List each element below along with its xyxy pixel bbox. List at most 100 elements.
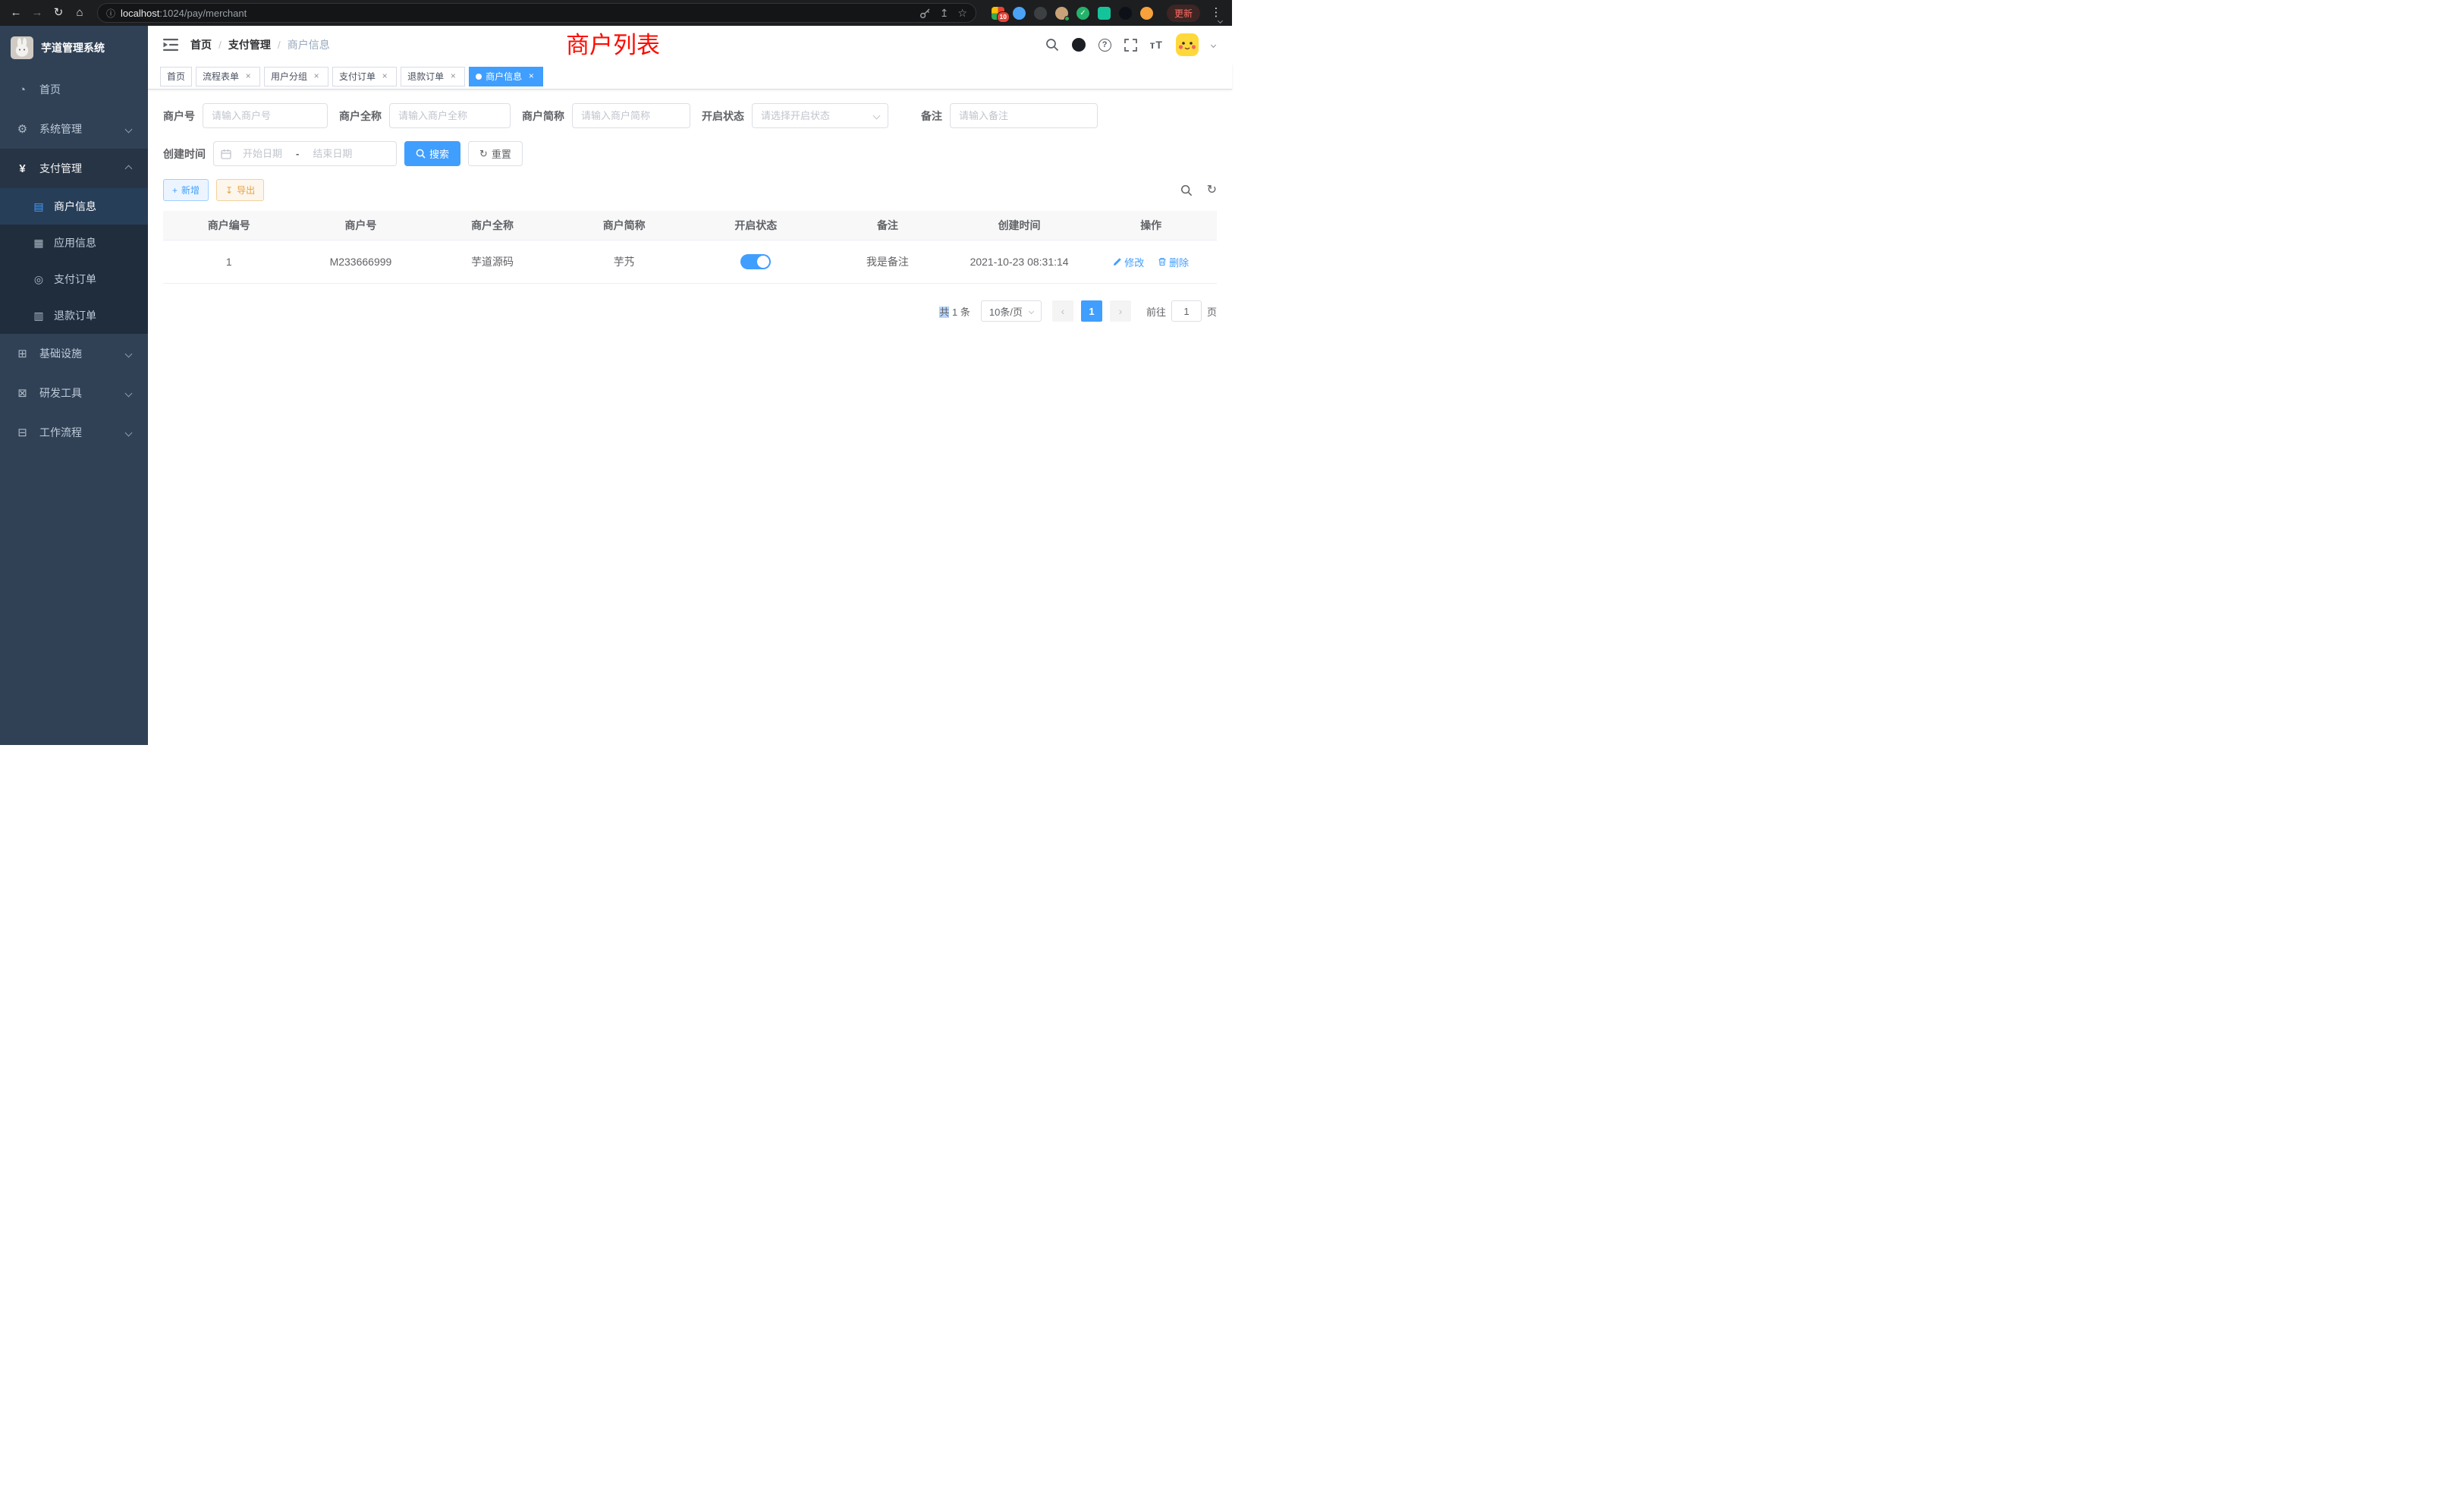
chevron-down-icon	[125, 389, 133, 397]
sidebar-item-system-management[interactable]: ⚙ 系统管理	[0, 109, 148, 149]
extension-colorful-icon[interactable]: 10	[992, 7, 1004, 20]
chevron-down-icon	[1029, 308, 1034, 313]
reset-button[interactable]: ↻ 重置	[468, 141, 523, 166]
bookmark-star-icon[interactable]: ☆	[957, 7, 967, 20]
tab-refund-orders[interactable]: 退款订单×	[401, 67, 465, 86]
export-button[interactable]: ↧ 导出	[216, 179, 264, 201]
sidebar-item-app-info[interactable]: ▦ 应用信息	[0, 225, 148, 261]
help-icon[interactable]: ?	[1098, 39, 1111, 52]
user-menu-caret-icon[interactable]	[1211, 42, 1216, 47]
browser-home-icon[interactable]: ⌂	[70, 3, 90, 23]
end-date-input[interactable]	[303, 148, 361, 159]
status-toggle[interactable]	[740, 254, 771, 269]
extension-emoji-avatar-icon[interactable]	[1140, 7, 1153, 20]
prev-page-button[interactable]: ‹	[1052, 300, 1073, 322]
table-toolbar-right: ↻	[1180, 184, 1217, 196]
github-icon[interactable]	[1072, 38, 1086, 52]
extension-green-check-icon[interactable]: ✓	[1076, 7, 1089, 20]
sidebar-menu: ◔ 首页 ⚙ 系统管理 ¥ 支付管理 ▤ 商户信息 ▦ 应用信息	[0, 70, 148, 452]
font-size-icon[interactable]: тT	[1150, 39, 1163, 51]
tab-process-form[interactable]: 流程表单×	[196, 67, 260, 86]
refresh-table-icon[interactable]: ↻	[1207, 184, 1217, 196]
tab-merchant-info[interactable]: 商户信息×	[469, 67, 543, 86]
short-name-input[interactable]	[572, 103, 690, 128]
menu-label: 支付订单	[54, 272, 96, 287]
sidebar-item-merchant-info[interactable]: ▤ 商户信息	[0, 188, 148, 225]
share-icon[interactable]: ↥	[940, 7, 949, 20]
tab-home[interactable]: 首页	[160, 67, 192, 86]
start-date-input[interactable]	[234, 148, 291, 159]
close-icon[interactable]: ×	[311, 71, 322, 82]
extension-blue-drop-icon[interactable]	[1013, 7, 1026, 20]
delete-link[interactable]: 删除	[1158, 255, 1189, 269]
sidebar-item-refund-orders[interactable]: ▥ 退款订单	[0, 297, 148, 334]
column-header-create-time: 创建时间	[954, 211, 1086, 240]
chevron-down-icon	[125, 125, 133, 133]
remark-input[interactable]	[950, 103, 1098, 128]
workflow-icon: ⊟	[15, 426, 30, 439]
merchant-no-input[interactable]	[203, 103, 328, 128]
add-button[interactable]: + 新增	[163, 179, 209, 201]
extension-avatar-icon[interactable]	[1055, 7, 1068, 20]
search-button[interactable]: 搜索	[404, 141, 460, 166]
status-select-input[interactable]	[752, 103, 888, 128]
breadcrumb-item-payment[interactable]: 支付管理	[228, 37, 271, 52]
extension-github-icon[interactable]	[1119, 7, 1132, 20]
extension-badge: 10	[997, 11, 1010, 23]
toggle-search-icon[interactable]	[1180, 184, 1193, 196]
goto-page-input[interactable]	[1171, 300, 1202, 322]
fullscreen-icon[interactable]	[1124, 39, 1137, 52]
browser-back-icon[interactable]: ←	[6, 3, 26, 23]
breadcrumb-separator: /	[278, 39, 281, 51]
app-logo[interactable]: 芋道管理系统	[0, 26, 148, 70]
sidebar-toggle-icon[interactable]	[163, 38, 178, 52]
full-name-input[interactable]	[389, 103, 511, 128]
menu-label: 支付管理	[39, 161, 82, 176]
filter-row-2: 创建时间 - 搜索 ↻ 重置	[163, 141, 1217, 166]
browser-forward-icon[interactable]: →	[27, 3, 47, 23]
close-icon[interactable]: ×	[448, 71, 458, 82]
browser-menu-dots-icon[interactable]: ⋮	[1206, 3, 1226, 23]
password-key-icon[interactable]	[919, 8, 931, 19]
close-icon[interactable]: ×	[526, 71, 536, 82]
sidebar-item-payment-orders[interactable]: ◎ 支付订单	[0, 261, 148, 297]
extension-dark-icon[interactable]	[1034, 7, 1047, 20]
cell-short-name: 芋艿	[558, 240, 690, 284]
browser-toolbar: ← → ↻ ⌂ ⓘ localhost:1024/pay/merchant ↥ …	[0, 0, 1232, 26]
sidebar: 芋道管理系统 ◔ 首页 ⚙ 系统管理 ¥ 支付管理 ▤ 商户信息	[0, 26, 148, 745]
cell-full-name: 芋道源码	[426, 240, 558, 284]
status-select[interactable]	[752, 103, 888, 128]
close-icon[interactable]: ×	[243, 71, 253, 82]
tab-payment-orders[interactable]: 支付订单×	[332, 67, 397, 86]
edit-link[interactable]: 修改	[1113, 255, 1144, 269]
extension-green-square-icon[interactable]	[1098, 7, 1111, 20]
sidebar-item-home[interactable]: ◔ 首页	[0, 70, 148, 109]
breadcrumb-item-home[interactable]: 首页	[190, 37, 212, 52]
page-size-select[interactable]: 10条/页	[981, 300, 1042, 322]
browser-update-button[interactable]: 更新	[1167, 5, 1200, 22]
breadcrumb-item-current: 商户信息	[288, 37, 330, 52]
header-search-icon[interactable]	[1045, 38, 1059, 52]
calendar-icon	[221, 149, 231, 159]
browser-reload-icon[interactable]: ↻	[49, 3, 68, 23]
page-content: 商户号 商户全称 商户简称 开启状态	[148, 90, 1232, 745]
sidebar-item-infrastructure[interactable]: ⊞ 基础设施	[0, 334, 148, 373]
close-icon[interactable]: ×	[379, 71, 390, 82]
sidebar-item-workflow[interactable]: ⊟ 工作流程	[0, 413, 148, 452]
next-page-button[interactable]: ›	[1110, 300, 1131, 322]
page-1-button[interactable]: 1	[1081, 300, 1102, 322]
address-bar[interactable]: ⓘ localhost:1024/pay/merchant ↥ ☆	[97, 3, 976, 23]
sidebar-item-payment-management[interactable]: ¥ 支付管理	[0, 149, 148, 188]
create-time-range-picker[interactable]: -	[213, 141, 397, 166]
chevron-down-icon	[125, 350, 133, 357]
check-icon: ✓	[1076, 7, 1089, 20]
filter-label-status: 开启状态	[702, 108, 744, 124]
menu-label: 基础设施	[39, 346, 82, 361]
page-info-icon[interactable]: ⓘ	[106, 7, 115, 20]
tab-user-group[interactable]: 用户分组×	[264, 67, 328, 86]
dashboard-icon: ◔	[15, 83, 30, 96]
user-avatar[interactable]	[1176, 33, 1199, 56]
column-header-short-name: 商户简称	[558, 211, 690, 240]
date-range-separator: -	[294, 148, 301, 159]
sidebar-item-dev-tools[interactable]: ⊠ 研发工具	[0, 373, 148, 413]
